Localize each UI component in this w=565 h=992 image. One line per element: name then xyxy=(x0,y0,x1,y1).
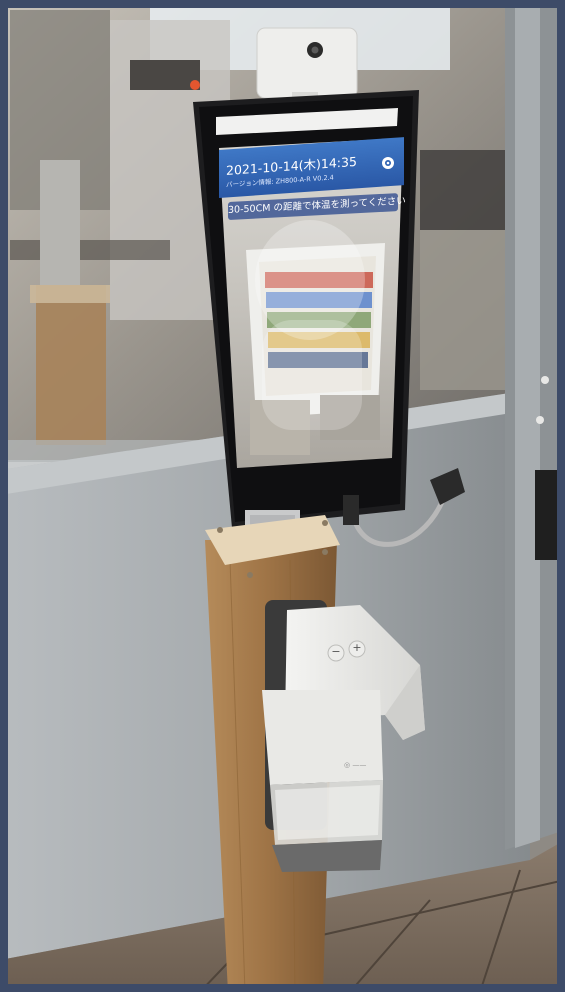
minus-label: − xyxy=(331,645,341,658)
dispenser-plus-button[interactable]: + xyxy=(350,641,364,655)
distance-instruction: 30-50CM の距離で体温を測ってください xyxy=(228,193,406,220)
thermometer-screen: 2021-10-14(木)14:35 バージョン情報: ZH800-A-R V0… xyxy=(219,137,406,470)
plus-label: + xyxy=(352,641,362,654)
photo-scene: ◎ —— 2021-10-14(木)14:35 バージョン情報: ZH800-A… xyxy=(0,0,565,992)
svg-text:◎ ——: ◎ —— xyxy=(344,761,366,769)
dispenser-minus-button[interactable]: − xyxy=(329,645,343,659)
gear-icon[interactable] xyxy=(381,156,395,170)
